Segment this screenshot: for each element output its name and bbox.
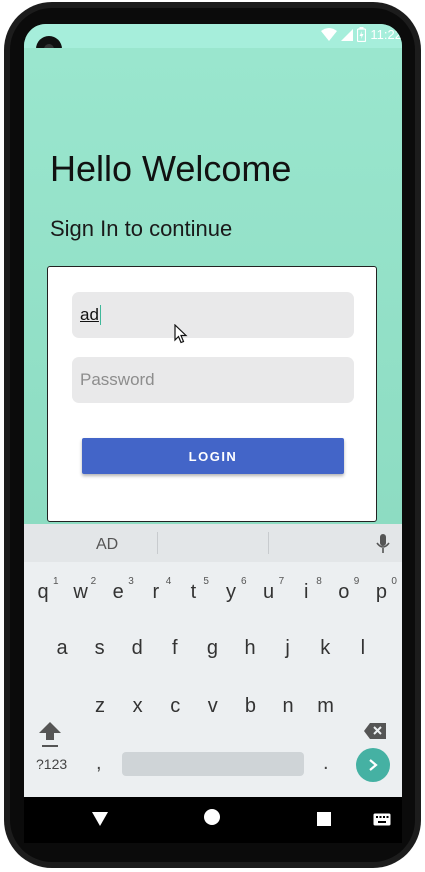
suggestion-item[interactable]: AD [96,536,118,554]
login-screen: Hello Welcome Sign In to continue ad Pas… [24,48,402,524]
comma-key[interactable]: , [96,752,102,775]
wifi-icon [321,27,338,41]
home-icon[interactable] [204,809,220,825]
soft-keyboard: AD ?123 , . q1w2e3r4t5y 6 u 7 i 8 o 9 p … [24,524,402,797]
shift-icon[interactable] [38,720,62,748]
key-j[interactable]: j [273,628,303,668]
key-v[interactable]: v [198,686,228,726]
back-icon[interactable] [92,812,108,826]
enter-key[interactable] [356,748,390,782]
key-b[interactable]: b [235,686,265,726]
key-f[interactable]: f [160,628,190,668]
key-h[interactable]: h [235,628,265,668]
status-icons: 11:22 [321,27,402,42]
keyboard-switch-icon[interactable] [373,813,391,826]
backspace-icon[interactable] [363,722,387,740]
signal-icon [341,28,354,41]
suggestion-divider [268,532,269,554]
mouse-pointer-icon [174,324,188,344]
key-hint: 0 [391,576,397,587]
status-bar: 11:22 [24,24,402,48]
key-x[interactable]: x [123,686,153,726]
key-hint: 3 [128,576,134,587]
symbols-key[interactable]: ?123 [36,756,67,772]
key-l[interactable]: l [348,628,378,668]
navigation-bar [24,797,402,843]
key-s[interactable]: s [85,628,115,668]
key-m[interactable]: m [311,686,341,726]
username-value: ad [80,305,99,324]
spacebar[interactable] [122,752,304,776]
key-n[interactable]: n [273,686,303,726]
key-hint: 5 [203,576,209,587]
page-subtitle: Sign In to continue [50,216,233,241]
text-caret [99,305,101,325]
key-hint: 8 [316,576,322,587]
chevron-right-icon [369,759,378,771]
key-hint: 7 [278,576,285,587]
period-key[interactable]: . [323,752,329,775]
password-input[interactable]: Password [72,357,354,403]
key-hint: 2 [90,576,97,587]
login-button[interactable]: LOGIN [82,438,344,474]
key-hint: 9 [353,576,360,587]
key-a[interactable]: a [47,628,77,668]
key-hint: 4 [165,576,172,587]
key-hint: 6 [241,576,247,587]
page-title: Hello Welcome [50,148,292,189]
username-input[interactable]: ad [72,292,354,338]
key-k[interactable]: k [310,628,340,668]
microphone-icon[interactable] [376,534,390,554]
password-placeholder: Password [80,370,155,389]
login-card: ad Password LOGIN [47,266,377,522]
battery-icon [357,27,367,42]
key-hint: 1 [53,576,59,587]
key-z[interactable]: z [85,686,115,726]
suggestion-divider [157,532,158,554]
key-g[interactable]: g [197,628,227,668]
device-screen: 11:22 Hello Welcome Sign In to continue … [24,24,402,797]
status-time: 11:22 [370,27,402,42]
recents-icon[interactable] [317,812,331,826]
suggestion-bar: AD [24,524,402,562]
key-d[interactable]: d [122,628,152,668]
key-c[interactable]: c [160,686,190,726]
